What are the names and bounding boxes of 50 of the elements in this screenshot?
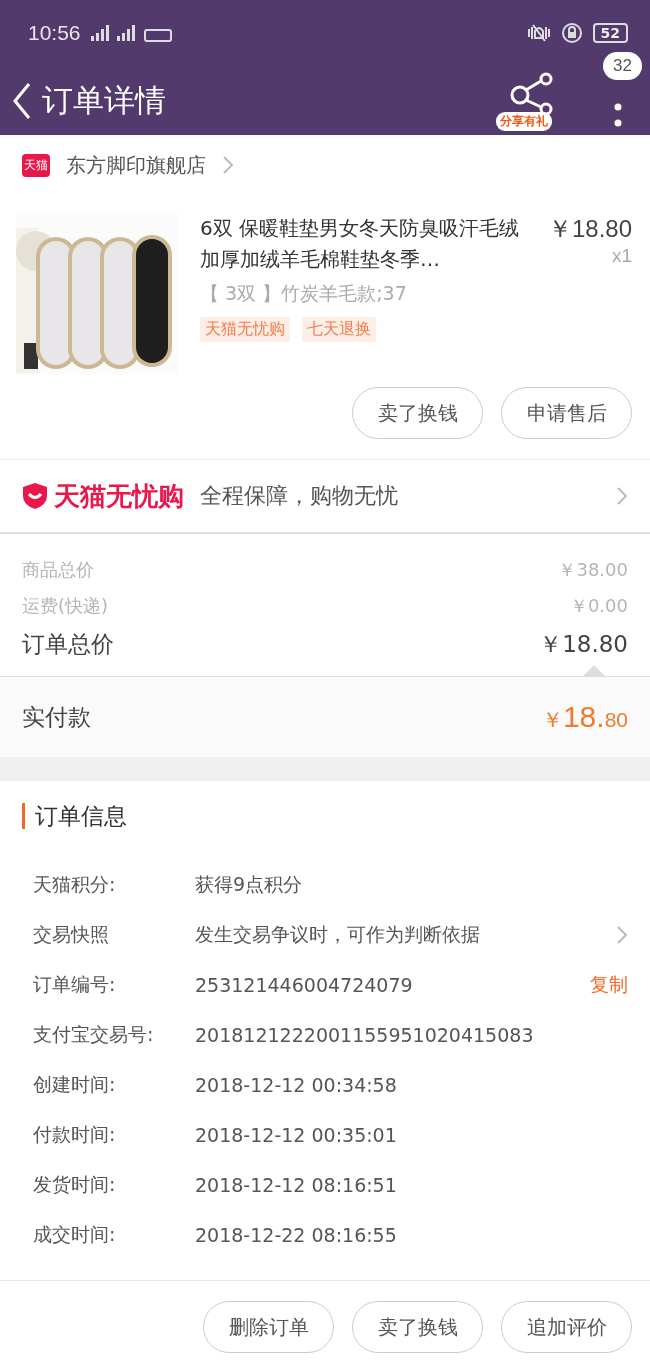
product-quantity: x1 <box>611 245 632 267</box>
vibrate-icon <box>526 23 551 43</box>
price-label: 运费(快递) <box>22 594 109 618</box>
guarantee-slogan[interactable]: 全程保障，购物无忧 <box>200 481 398 511</box>
order-action-button[interactable]: 申请售后 <box>501 387 632 439</box>
info-value: 2018-12-12 00:35:01 <box>195 1124 398 1146</box>
info-value: 2018121222001155951020415083 <box>195 1024 535 1046</box>
product-sku: 【 3双 】竹炭羊毛款;37 <box>200 281 408 306</box>
paid-label: 实付款 <box>22 702 91 732</box>
order-action-button[interactable]: 删除订单 <box>203 1301 334 1353</box>
shield-icon <box>22 482 48 510</box>
info-value: 获得9点积分 <box>195 872 304 897</box>
signal-icon <box>90 24 173 42</box>
service-tag: 天猫无忧购 <box>200 317 290 342</box>
price-value: ￥18.80 <box>539 629 628 659</box>
info-value: 2018-12-22 08:16:55 <box>195 1224 398 1246</box>
price-label: 商品总价 <box>22 558 94 582</box>
price-label: 订单总价 <box>22 629 114 659</box>
product-title[interactable]: 6双 保暖鞋垫男女冬天防臭吸汗毛绒加厚加绒羊毛棉鞋垫冬季… <box>200 213 538 275</box>
info-label: 创建时间: <box>33 1072 117 1097</box>
info-label: 交易快照 <box>33 922 110 947</box>
paid-amount: ￥18.80 <box>541 700 628 734</box>
info-label: 付款时间: <box>33 1122 117 1147</box>
info-label: 支付宝交易号: <box>33 1022 155 1047</box>
order-action-button[interactable]: 卖了换钱 <box>352 387 483 439</box>
order-action-button[interactable]: 卖了换钱 <box>352 1301 483 1353</box>
info-value: 2018-12-12 08:16:51 <box>195 1174 398 1196</box>
back-icon[interactable] <box>12 81 32 120</box>
message-count-badge: 32 <box>603 52 642 80</box>
order-action-button[interactable]: 追加评价 <box>501 1301 632 1353</box>
guarantee-brand: 天猫无忧购 <box>54 479 184 513</box>
service-tag: 七天退换 <box>302 317 376 342</box>
snapshot-link[interactable]: 发生交易争议时，可作为判断依据 <box>195 922 616 948</box>
info-label: 发货时间: <box>33 1172 117 1197</box>
page-title: 订单详情 <box>42 80 166 120</box>
product-price: ￥18.80 <box>547 214 632 244</box>
lock-icon <box>560 22 583 44</box>
info-value: 2018-12-12 00:34:58 <box>195 1074 398 1096</box>
info-label: 天猫积分: <box>33 872 117 897</box>
info-value: 253121446004724079 <box>195 974 414 996</box>
status-time: 10:56 <box>28 21 81 45</box>
info-label: 成交时间: <box>33 1222 117 1247</box>
info-label: 订单编号: <box>33 972 117 997</box>
tmall-badge: 天猫 <box>22 153 50 177</box>
battery-level: 52 <box>592 23 628 43</box>
price-value: ￥0.00 <box>569 594 628 618</box>
shop-name[interactable]: 东方脚印旗舰店 <box>66 151 206 179</box>
section-title: 订单信息 <box>22 803 127 829</box>
more-icon[interactable] <box>613 101 623 129</box>
price-value: ￥38.00 <box>558 558 628 582</box>
